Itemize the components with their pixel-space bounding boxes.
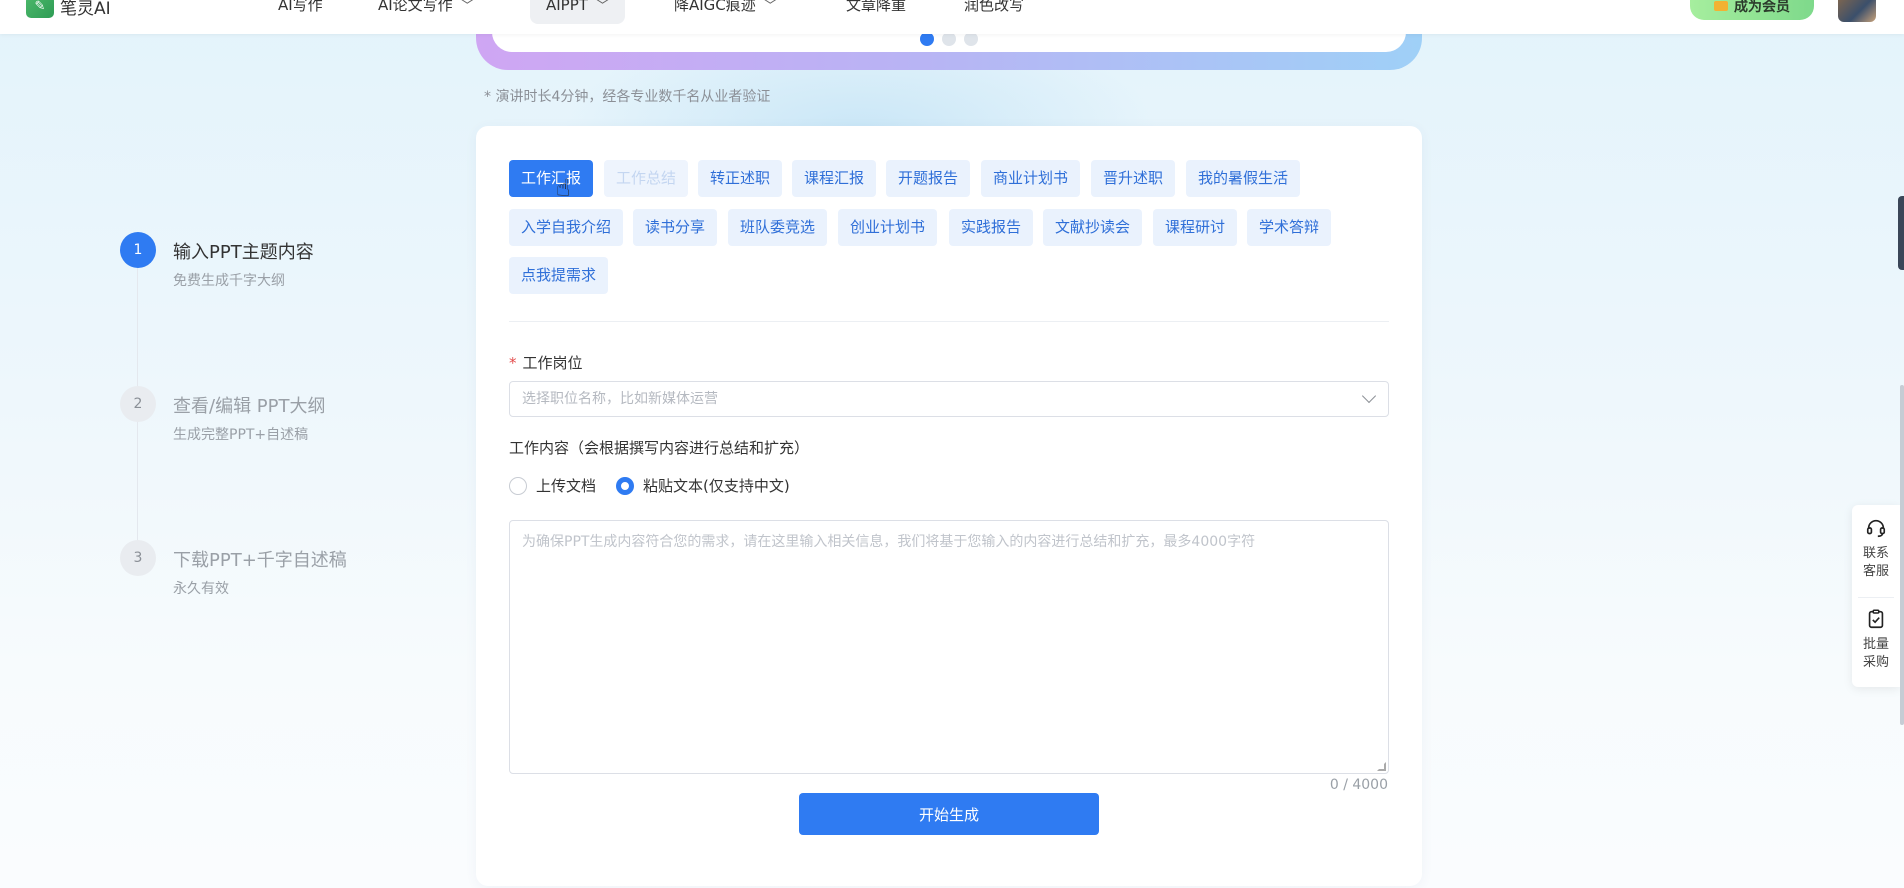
tag-work-report[interactable]: 工作汇报 — [509, 160, 594, 197]
brand-logo-icon: ✎ — [26, 0, 54, 18]
become-member-button[interactable]: 成为会员 — [1690, 0, 1814, 20]
brand[interactable]: ✎ 笔灵AI — [26, 0, 111, 19]
position-label-text: 工作岗位 — [522, 354, 583, 372]
step-subtitle: 生成完整PPT+自述稿 — [173, 427, 309, 443]
tag-business-plan[interactable]: 商业计划书 — [981, 160, 1081, 197]
tag-class-committee[interactable]: 班队委竞选 — [728, 209, 828, 246]
content-textarea[interactable]: 为确保PPT生成内容符合您的需求，请在这里输入相关信息，我们将基于您输入的内容进… — [509, 520, 1389, 774]
chevron-down-icon: ﹀ — [595, 0, 609, 14]
tag-promotion-report[interactable]: 晋升述职 — [1091, 160, 1176, 197]
nav-item-dedup[interactable]: 文章降重 — [830, 0, 922, 24]
tag-startup-plan[interactable]: 创业计划书 — [838, 209, 938, 246]
nav-item-ai-paper[interactable]: AI论文写作 ﹀ — [362, 0, 490, 24]
start-generate-button[interactable]: 开始生成 — [799, 793, 1099, 835]
radio-circle[interactable] — [509, 476, 527, 495]
brand-name: 笔灵AI — [60, 0, 111, 19]
carousel-dot-2[interactable] — [942, 32, 956, 46]
step-number: 1 — [120, 232, 156, 268]
nav-item-ai-writing[interactable]: AI写作 — [262, 0, 339, 24]
character-counter: 0 / 4000 — [1329, 777, 1388, 793]
position-label: * 工作岗位 — [509, 352, 583, 373]
nav-label: AI写作 — [278, 0, 323, 14]
carousel-dot-3[interactable] — [964, 32, 978, 46]
nav-item-reduce-aigc[interactable]: 降AIGC痕迹 ﹀ — [658, 0, 793, 24]
side-label: 采购 — [1862, 655, 1889, 670]
resize-handle[interactable] — [1377, 762, 1386, 771]
nav-label: AI论文写作 — [378, 0, 453, 14]
verification-note: * 演讲时长4分钟，经各专业数千名从业者验证 — [484, 89, 771, 105]
content-placeholder: 为确保PPT生成内容符合您的需求，请在这里输入相关信息，我们将基于您输入的内容进… — [522, 534, 1256, 550]
chevron-down-icon — [1361, 388, 1377, 404]
chevron-down-icon: ﹀ — [460, 0, 474, 14]
tag-book-sharing[interactable]: 读书分享 — [633, 209, 718, 246]
tag-summer-vacation[interactable]: 我的暑假生活 — [1186, 160, 1301, 197]
required-mark: * — [509, 354, 517, 372]
nav-label: AIPPT — [546, 0, 588, 14]
content-label: 工作内容（会根据撰写内容进行总结和扩充） — [509, 439, 810, 457]
bulk-purchase-button[interactable]: 批量 采购 — [1852, 608, 1900, 672]
tag-literature-club[interactable]: 文献抄读会 — [1043, 209, 1143, 246]
position-select[interactable]: 选择职位名称，比如新媒体运营 — [509, 381, 1389, 417]
side-label: 批量 — [1862, 637, 1889, 652]
tag-course-report[interactable]: 课程汇报 — [792, 160, 877, 197]
clipboard-check-icon — [1868, 609, 1884, 629]
carousel-dots — [920, 32, 978, 46]
position-placeholder: 选择职位名称，比如新媒体运营 — [522, 391, 718, 407]
radio-paste-text[interactable]: 粘贴文本(仅支持中文) — [616, 475, 790, 496]
scrollbar[interactable] — [1900, 385, 1904, 725]
divider — [509, 321, 1389, 322]
nav-label: 润色改写 — [964, 0, 1025, 14]
carousel-dot-1[interactable] — [920, 32, 934, 46]
crown-icon — [1714, 1, 1728, 11]
pointer-hand-icon: ☝ — [556, 174, 571, 202]
tag-probation-report[interactable]: 转正述职 — [698, 160, 783, 197]
floating-side-panel: 联系 客服 批量 采购 — [1852, 505, 1900, 687]
tag-work-summary[interactable]: 工作总结 — [604, 160, 689, 197]
step-subtitle: 永久有效 — [173, 581, 229, 597]
step-number: 2 — [120, 386, 156, 422]
contact-service-button[interactable]: 联系 客服 — [1852, 517, 1900, 581]
nav-item-aippt[interactable]: AIPPT ﹀ — [530, 0, 625, 24]
nav-label: 降AIGC痕迹 — [674, 0, 756, 14]
tag-self-introduction[interactable]: 入学自我介绍 — [509, 209, 624, 246]
radio-label: 上传文档 — [536, 477, 597, 495]
tag-custom-request[interactable]: 点我提需求 — [509, 257, 609, 294]
nav-label: 文章降重 — [846, 0, 907, 14]
step-subtitle: 免费生成千字大纲 — [173, 273, 285, 289]
tag-academic-defense[interactable]: 学术答辩 — [1247, 209, 1332, 246]
chevron-down-icon: ﹀ — [763, 0, 777, 14]
side-label: 客服 — [1862, 564, 1889, 579]
step-title: 查看/编辑 PPT大纲 — [173, 396, 326, 417]
content-source-radios: 上传文档 粘贴文本(仅支持中文) — [509, 475, 810, 496]
radio-upload-document[interactable]: 上传文档 — [509, 475, 596, 496]
nav-item-polish[interactable]: 润色改写 — [948, 0, 1040, 24]
side-divider — [1858, 597, 1894, 598]
tag-course-seminar[interactable]: 课程研讨 — [1153, 209, 1238, 246]
step-number: 3 — [120, 540, 156, 576]
step-title: 下载PPT+千字自述稿 — [173, 550, 347, 571]
side-label: 联系 — [1862, 546, 1889, 561]
step-title: 输入PPT主题内容 — [173, 242, 314, 263]
edge-tab[interactable] — [1898, 196, 1904, 270]
radio-label: 粘贴文本(仅支持中文) — [643, 477, 790, 495]
radio-circle[interactable] — [616, 476, 635, 495]
headset-icon — [1866, 519, 1886, 538]
avatar[interactable] — [1838, 0, 1876, 22]
top-navigation: ✎ 笔灵AI AI写作 AI论文写作 ﹀ AIPPT ﹀ 降AIGC痕迹 ﹀ 文章降重… — [0, 0, 1904, 34]
tag-proposal-report[interactable]: 开题报告 — [886, 160, 971, 197]
tag-practice-report[interactable]: 实践报告 — [949, 209, 1034, 246]
member-button-label: 成为会员 — [1734, 0, 1790, 15]
